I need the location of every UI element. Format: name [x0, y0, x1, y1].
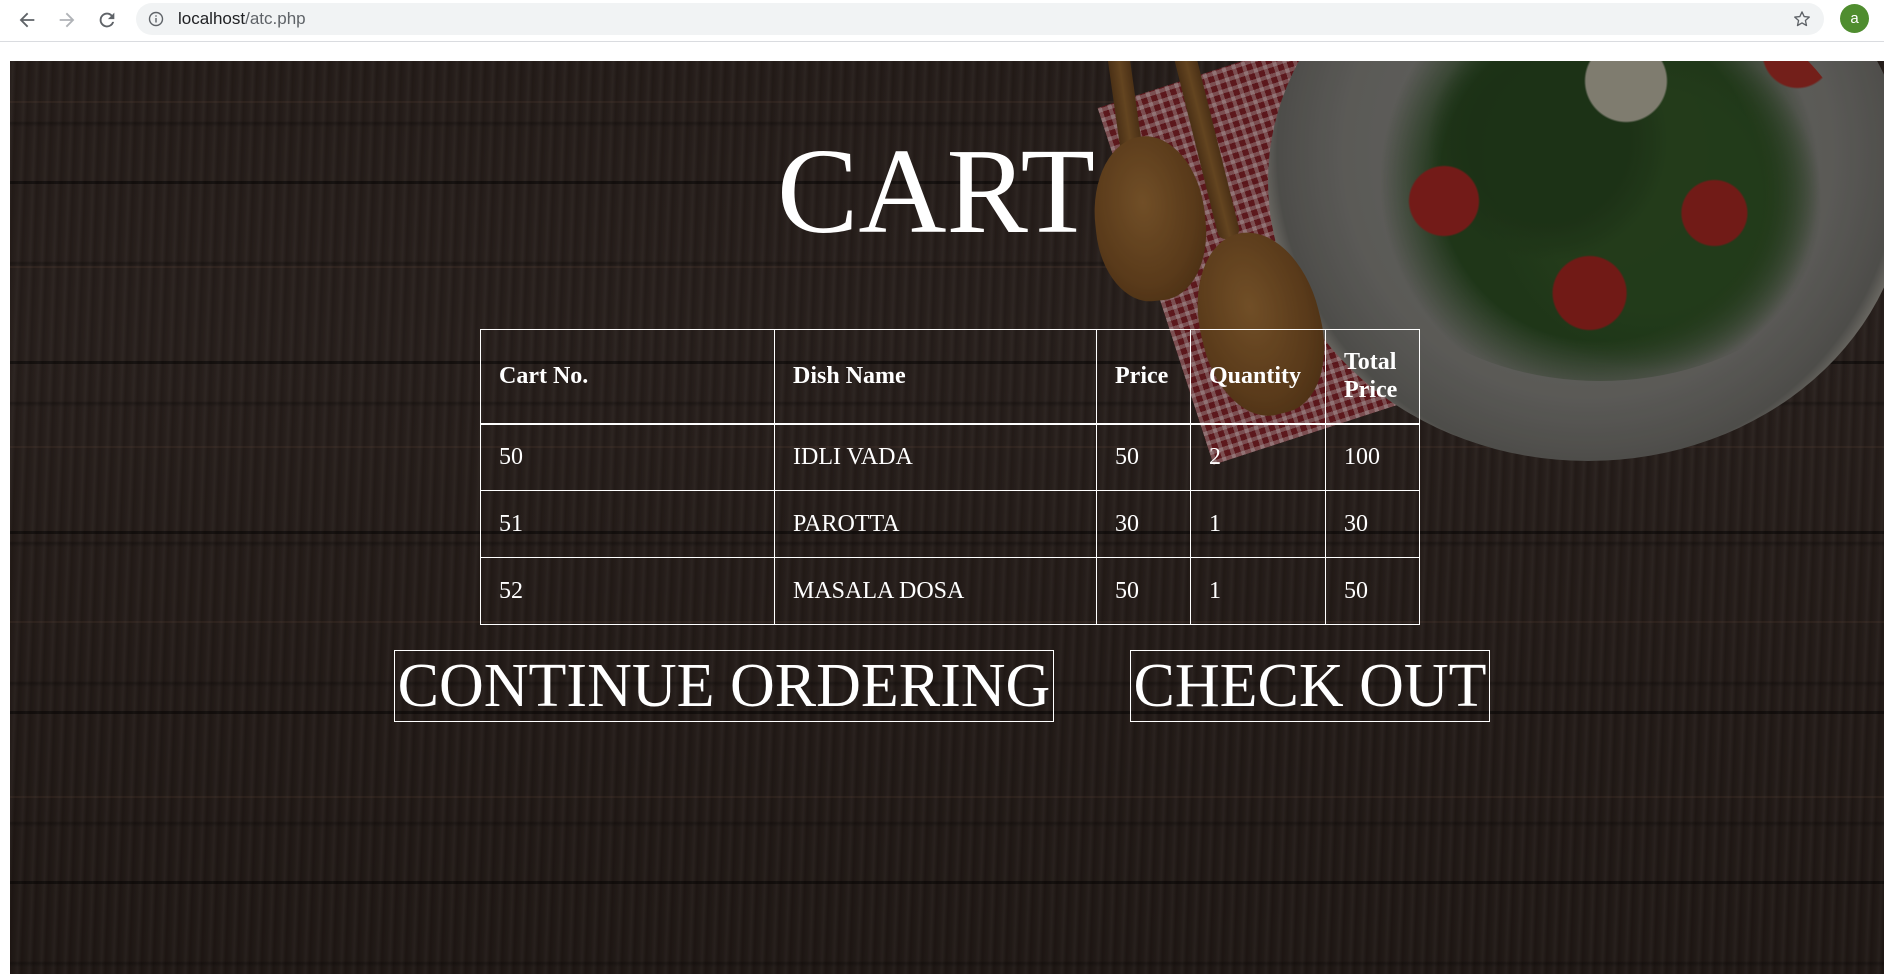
back-button[interactable] — [12, 5, 42, 35]
star-icon[interactable] — [1792, 9, 1812, 29]
cell-quantity: 1 — [1190, 557, 1326, 625]
cell-cart-no: 51 — [480, 490, 775, 558]
column-header-price: Price — [1096, 329, 1191, 424]
cell-total-price: 100 — [1325, 423, 1420, 491]
table-row: 50 IDLI VADA 50 2 100 — [480, 423, 1420, 491]
address-bar[interactable]: localhost/atc.php — [136, 3, 1824, 35]
profile-avatar[interactable]: a — [1840, 4, 1869, 33]
info-icon[interactable] — [148, 11, 164, 27]
cell-price: 50 — [1096, 423, 1191, 491]
table-row: 52 MASALA DOSA 50 1 50 — [480, 557, 1420, 625]
check-out-button[interactable]: CHECK OUT — [1130, 650, 1490, 722]
url-path: /atc.php — [245, 9, 306, 28]
url-host: localhost — [178, 9, 246, 28]
column-header-total-price: Total Price — [1325, 329, 1420, 424]
cell-quantity: 1 — [1190, 490, 1326, 558]
arrow-left-icon — [19, 12, 35, 28]
forward-button[interactable] — [52, 5, 82, 35]
cell-total-price: 30 — [1325, 490, 1420, 558]
arrow-right-icon — [59, 12, 75, 28]
column-header-cart-no: Cart No. — [480, 329, 775, 424]
reload-icon — [99, 12, 115, 28]
column-header-dish-name: Dish Name — [774, 329, 1097, 424]
continue-ordering-button[interactable]: CONTINUE ORDERING — [394, 650, 1054, 722]
browser-toolbar: localhost/atc.php a — [0, 0, 1884, 42]
cell-price: 30 — [1096, 490, 1191, 558]
page-background: CART Cart No. Dish Name Price Quantity T… — [10, 61, 1884, 974]
cell-price: 50 — [1096, 557, 1191, 625]
cell-cart-no: 50 — [480, 423, 775, 491]
cart-table: Cart No. Dish Name Price Quantity Total … — [480, 329, 1420, 625]
reload-button[interactable] — [92, 5, 122, 35]
cell-cart-no: 52 — [480, 557, 775, 625]
cell-quantity: 2 — [1190, 423, 1326, 491]
page-title: CART — [776, 124, 1096, 259]
cell-dish-name: MASALA DOSA — [774, 557, 1097, 625]
cell-dish-name: PAROTTA — [774, 490, 1097, 558]
column-header-quantity: Quantity — [1190, 329, 1326, 424]
table-row: 51 PAROTTA 30 1 30 — [480, 490, 1420, 558]
url-text: localhost/atc.php — [178, 9, 306, 29]
cell-total-price: 50 — [1325, 557, 1420, 625]
table-header-row: Cart No. Dish Name Price Quantity Total … — [480, 329, 1420, 424]
cell-dish-name: IDLI VADA — [774, 423, 1097, 491]
